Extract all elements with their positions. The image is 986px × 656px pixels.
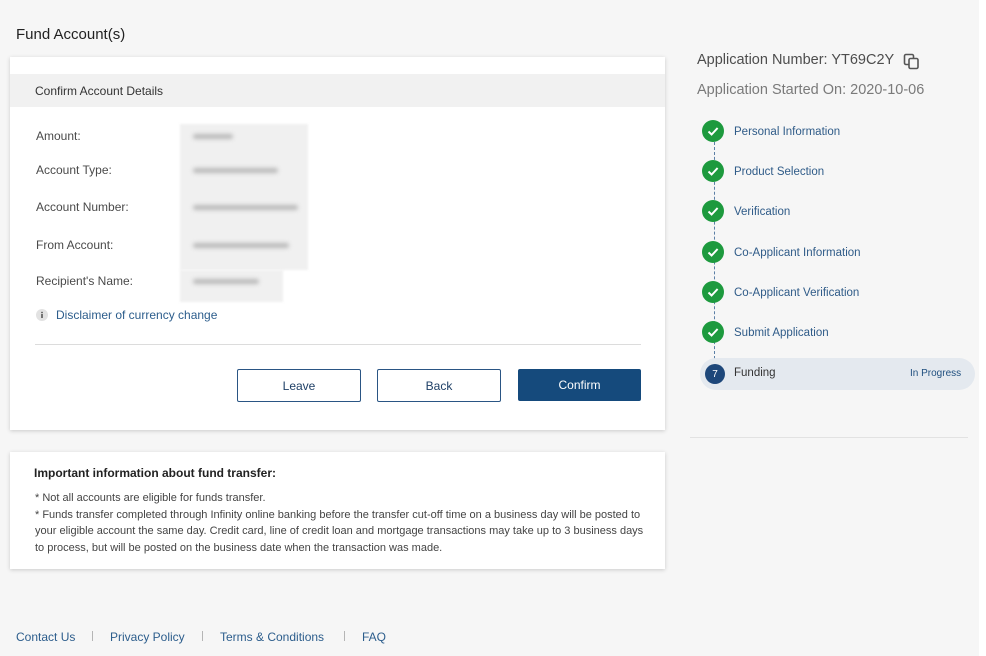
step-number-badge: 7 bbox=[705, 364, 725, 384]
step-co-applicant-verification[interactable]: Co-Applicant Verification bbox=[734, 287, 859, 299]
redacted-value bbox=[193, 279, 259, 284]
redacted-value bbox=[193, 243, 289, 248]
sidebar-divider bbox=[690, 437, 968, 438]
check-circle-icon bbox=[702, 241, 724, 263]
footer-link-privacy-policy[interactable]: Privacy Policy bbox=[110, 630, 185, 644]
card-header-title: Confirm Account Details bbox=[35, 84, 164, 98]
info-card-title: Important information about fund transfe… bbox=[34, 466, 276, 480]
footer-separator bbox=[344, 631, 345, 641]
account-number-label: Account Number: bbox=[36, 200, 129, 214]
info-icon bbox=[36, 309, 48, 321]
footer-separator bbox=[202, 631, 203, 641]
redacted-value bbox=[193, 205, 298, 210]
footer-separator bbox=[92, 631, 93, 641]
step-status-badge: In Progress bbox=[910, 368, 962, 379]
page-title: Fund Account(s) bbox=[16, 26, 126, 43]
step-submit-application[interactable]: Submit Application bbox=[734, 327, 829, 339]
step-verification[interactable]: Verification bbox=[734, 206, 790, 218]
from-account-label: From Account: bbox=[36, 238, 114, 252]
right-edge-strip bbox=[979, 0, 986, 656]
account-type-label: Account Type: bbox=[36, 163, 112, 177]
redacted-values-block bbox=[180, 270, 283, 302]
amount-label: Amount: bbox=[36, 129, 81, 143]
step-personal-information[interactable]: Personal Information bbox=[734, 126, 840, 138]
application-started-on: Application Started On: 2020-10-06 bbox=[697, 82, 925, 98]
check-circle-icon bbox=[702, 321, 724, 343]
fund-transfer-info-card: Important information about fund transfe… bbox=[10, 452, 665, 569]
card-header: Confirm Account Details bbox=[10, 74, 665, 107]
confirm-button[interactable]: Confirm bbox=[518, 369, 641, 401]
info-item: * Not all accounts are eligible for fund… bbox=[35, 492, 266, 504]
check-circle-icon bbox=[702, 200, 724, 222]
leave-button[interactable]: Leave bbox=[237, 369, 361, 402]
step-funding-label: Funding bbox=[734, 367, 776, 379]
redacted-value bbox=[193, 168, 278, 173]
check-circle-icon bbox=[702, 160, 724, 182]
confirm-account-card: Confirm Account Details Amount: Account … bbox=[10, 57, 665, 430]
redacted-value bbox=[193, 134, 233, 139]
divider bbox=[35, 344, 641, 345]
check-circle-icon bbox=[702, 281, 724, 303]
redacted-values-block bbox=[180, 124, 308, 270]
footer-link-contact-us[interactable]: Contact Us bbox=[16, 630, 75, 644]
footer-link-faq[interactable]: FAQ bbox=[362, 630, 386, 644]
footer-link-terms[interactable]: Terms & Conditions bbox=[220, 630, 324, 644]
info-card-body: * Not all accounts are eligible for fund… bbox=[35, 490, 647, 556]
recipient-name-label: Recipient's Name: bbox=[36, 274, 133, 288]
step-product-selection[interactable]: Product Selection bbox=[734, 166, 824, 178]
step-co-applicant-information[interactable]: Co-Applicant Information bbox=[734, 247, 861, 259]
info-item: * Funds transfer completed through Infin… bbox=[35, 508, 644, 554]
copy-icon[interactable] bbox=[903, 53, 920, 70]
disclaimer-link[interactable]: Disclaimer of currency change bbox=[56, 308, 217, 322]
back-button[interactable]: Back bbox=[377, 369, 501, 402]
check-circle-icon bbox=[702, 120, 724, 142]
application-number: Application Number: YT69C2Y bbox=[697, 52, 895, 68]
